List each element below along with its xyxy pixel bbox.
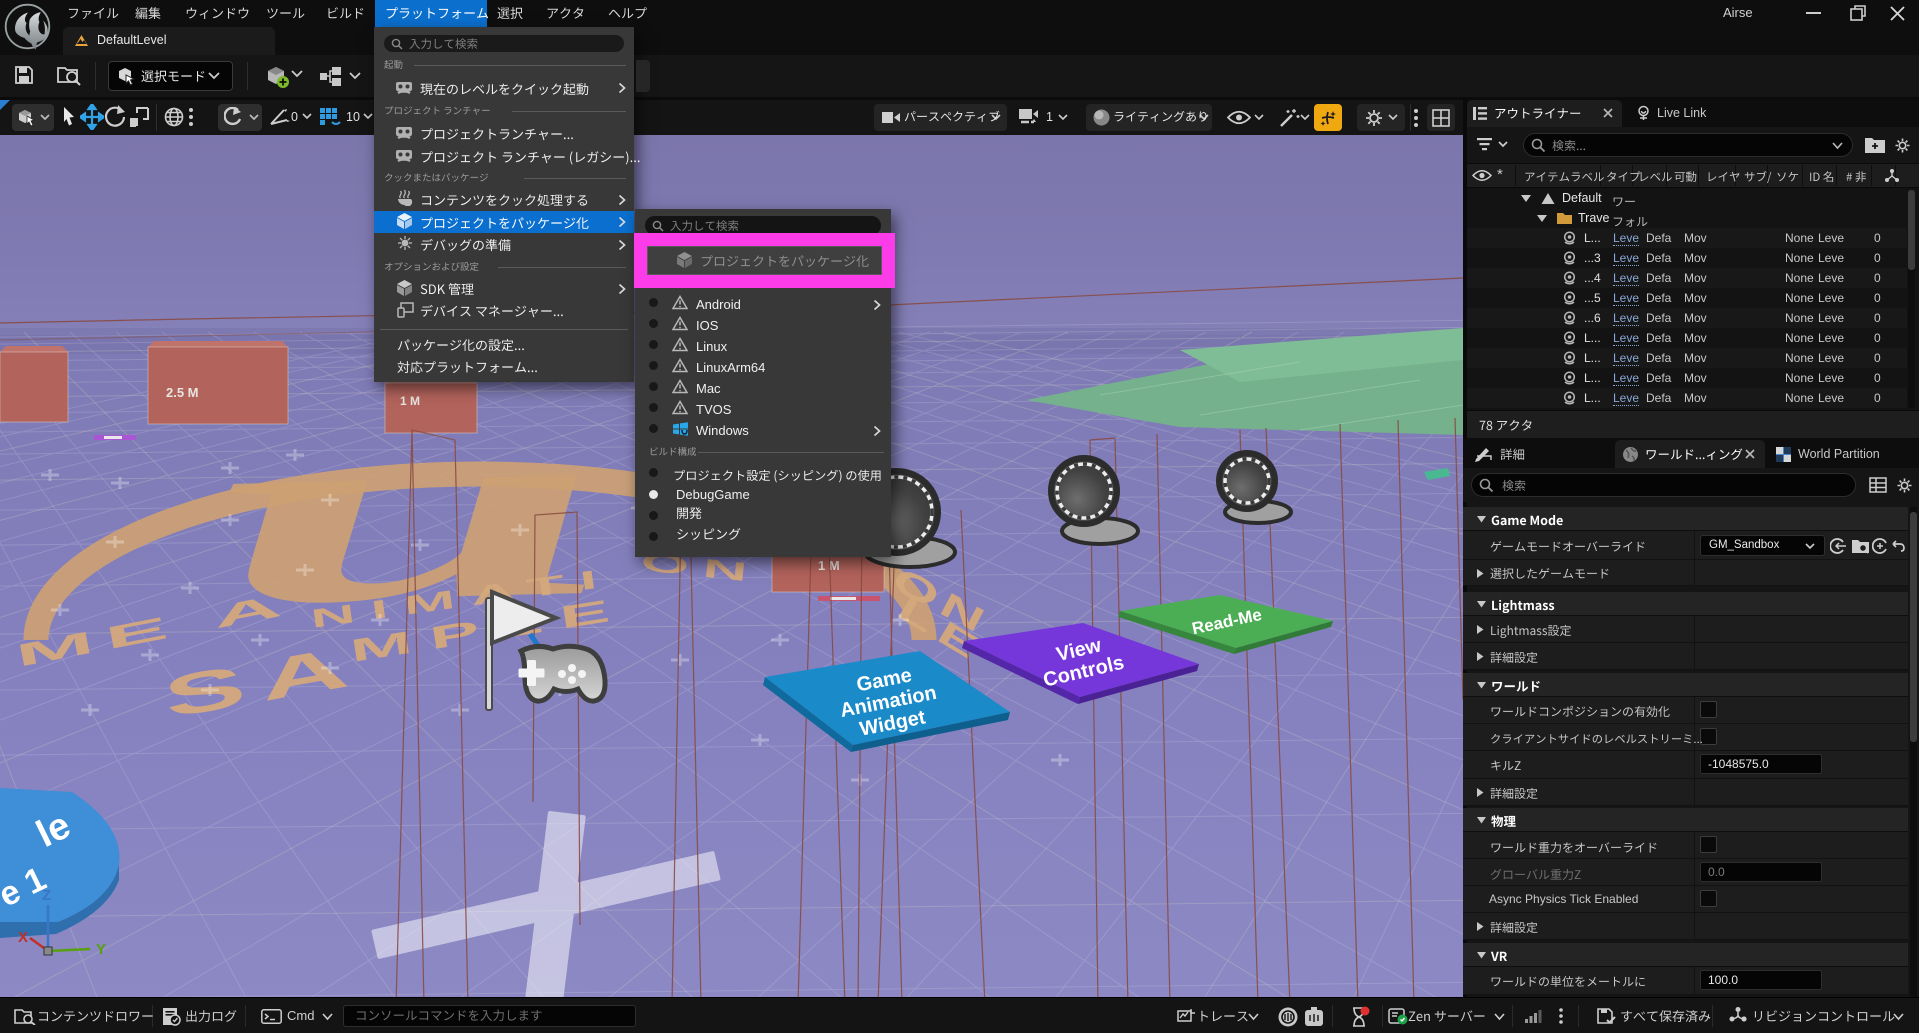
svg-text:1 M: 1 M	[818, 558, 840, 573]
svg-text:Z: Z	[42, 887, 51, 904]
svg-text:1 M: 1 M	[400, 394, 420, 408]
svg-text:2.5 M: 2.5 M	[166, 385, 199, 400]
svg-text:Y: Y	[96, 941, 106, 958]
svg-text:X: X	[18, 929, 28, 946]
